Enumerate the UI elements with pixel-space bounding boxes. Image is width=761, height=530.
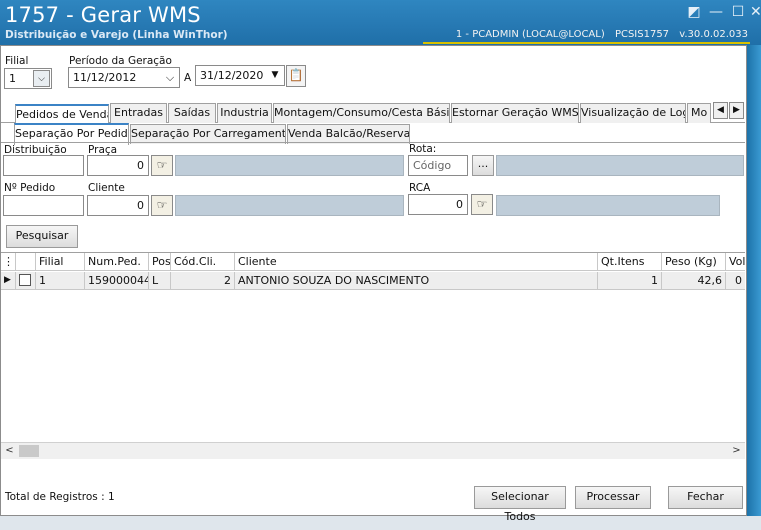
background-strip-bottom [0, 516, 761, 530]
processar-button[interactable]: Processar [575, 486, 651, 509]
tab-saidas[interactable]: Saídas [168, 103, 216, 123]
col-num-ped[interactable]: Num.Ped. [84, 253, 148, 271]
table-row[interactable]: ▶ 1 159000044 L 2 ANTONIO SOUZA DO NASCI… [1, 272, 745, 290]
cell-num-ped: 159000044 [84, 272, 148, 290]
rca-label: RCA [409, 182, 431, 194]
tab-industria[interactable]: Industria [217, 103, 272, 123]
tab-montagem[interactable]: Montagem/Consumo/Cesta Básica [273, 103, 450, 123]
col-pos[interactable]: Pos [148, 253, 170, 271]
cell-peso: 42,6 [661, 272, 725, 290]
row-checkbox[interactable] [15, 272, 35, 290]
restore-icon[interactable]: ◩ [685, 4, 703, 20]
row-indicator-icon: ▶ [4, 275, 11, 285]
header-checkbox-column [15, 253, 35, 271]
rota-lookup-button[interactable]: ... [472, 155, 494, 176]
pedido-field[interactable] [3, 195, 84, 216]
calendar-icon[interactable]: 📋 [286, 65, 306, 87]
col-peso[interactable]: Peso (Kg) [661, 253, 725, 271]
filial-label: Filial [5, 55, 29, 67]
scroll-left-icon[interactable]: < [1, 443, 18, 459]
rota-description [496, 155, 744, 176]
rota-code-field[interactable]: Código [408, 155, 468, 176]
tab-scroll-right-icon[interactable]: ▶ [729, 102, 744, 119]
rca-search-icon[interactable]: ☞ [471, 194, 493, 215]
window-subtitle: Distribuição e Varejo (Linha WinThor) [5, 29, 228, 41]
background-strip [747, 45, 761, 516]
title-bar: 1757 - Gerar WMS Distribuição e Varejo (… [0, 0, 761, 45]
status-user: 1 - PCADMIN (LOCAL@LOCAL) [455, 29, 605, 40]
tab-more[interactable]: Mo [687, 103, 711, 123]
rca-description [496, 195, 720, 216]
subtab-venda-balcao[interactable]: Venda Balcão/Reserva [287, 124, 410, 144]
subtab-separacao-carregamento[interactable]: Separação Por Carregamento [130, 124, 286, 144]
periodo-label: Período da Geração [69, 55, 172, 67]
total-registros: Total de Registros : 1 [5, 491, 115, 503]
cell-pos: L [148, 272, 170, 290]
column-chooser-icon[interactable]: ⋮ [1, 253, 15, 271]
cell-filial: 1 [35, 272, 84, 290]
praca-description [175, 155, 404, 176]
cell-volume: 0 [725, 272, 745, 290]
col-filial[interactable]: Filial [35, 253, 84, 271]
cell-cod-cli: 2 [170, 272, 234, 290]
cell-qt-itens: 1 [597, 272, 661, 290]
scroll-right-icon[interactable]: > [728, 443, 745, 459]
cliente-field[interactable]: 0 [87, 195, 149, 216]
cliente-label: Cliente [88, 182, 125, 194]
tab-estornar[interactable]: Estornar Geração WMS [451, 103, 579, 123]
fechar-button[interactable]: Fechar [668, 486, 743, 509]
rota-label: Rota: [409, 143, 437, 155]
close-icon[interactable]: ✕ [750, 4, 761, 20]
chevron-down-icon[interactable]: ⌵ [33, 70, 50, 87]
praca-field[interactable]: 0 [87, 155, 149, 176]
horizontal-scrollbar[interactable]: < > [1, 442, 745, 459]
subtab-strip-line [1, 142, 745, 143]
status-underline [423, 42, 750, 44]
col-qt-itens[interactable]: Qt.Itens [597, 253, 661, 271]
date-from-dropdown-icon[interactable]: ⌵ [162, 69, 178, 86]
status-version: v.30.0.02.033 [679, 29, 748, 40]
tab-entradas[interactable]: Entradas [110, 103, 167, 123]
distribuicao-field[interactable] [3, 155, 84, 176]
to-label: A [184, 72, 192, 84]
tab-visualizacao-log[interactable]: Visualização de Log [580, 103, 686, 123]
scroll-thumb[interactable] [19, 445, 39, 457]
window-title: 1757 - Gerar WMS [5, 3, 201, 27]
selecionar-todos-button[interactable]: Selecionar Todos [474, 486, 566, 523]
grid-header: ⋮ Filial Num.Ped. Pos Cód.Cli. Cliente Q… [1, 253, 745, 271]
col-cliente[interactable]: Cliente [234, 253, 597, 271]
col-volume[interactable]: Volu [725, 253, 745, 271]
rca-field[interactable]: 0 [408, 194, 468, 215]
pedido-label: Nº Pedido [4, 182, 56, 194]
status-line: 1 - PCADMIN (LOCAL@LOCAL) PCSIS1757 v.30… [449, 29, 748, 40]
minimize-icon[interactable]: — [707, 4, 725, 20]
maximize-icon[interactable]: ☐ [729, 4, 747, 20]
date-to-dropdown-icon[interactable]: ▼ [267, 67, 283, 85]
col-cod-cli[interactable]: Cód.Cli. [170, 253, 234, 271]
results-grid: ⋮ Filial Num.Ped. Pos Cód.Cli. Cliente Q… [1, 252, 745, 461]
praca-search-icon[interactable]: ☞ [151, 155, 173, 176]
cliente-search-icon[interactable]: ☞ [151, 195, 173, 216]
cell-cliente: ANTONIO SOUZA DO NASCIMENTO [234, 272, 597, 290]
cliente-description [175, 195, 404, 216]
status-program: PCSIS1757 [614, 29, 670, 40]
tab-scroll-left-icon[interactable]: ◀ [713, 102, 728, 119]
pesquisar-button[interactable]: Pesquisar [6, 225, 78, 248]
